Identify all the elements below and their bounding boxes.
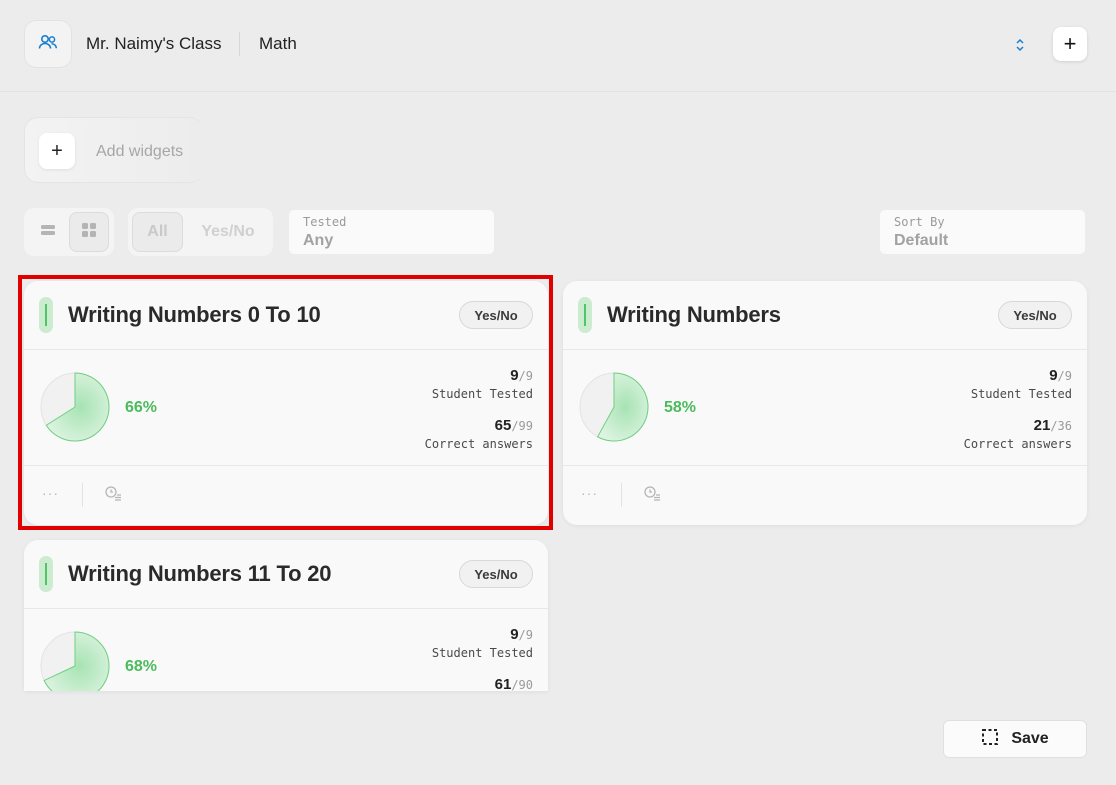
correct-answers-label: Correct answers	[963, 437, 1072, 451]
sort-arrows-icon[interactable]	[1010, 34, 1030, 56]
more-options-icon[interactable]: ···	[581, 485, 598, 501]
class-button[interactable]	[24, 20, 72, 68]
card-footer-divider	[24, 465, 548, 466]
correct-answers-value: 61/90	[495, 674, 533, 691]
footer-divider	[621, 483, 622, 507]
card-accent-bar	[39, 556, 53, 592]
percent-value: 66%	[125, 399, 158, 416]
percent-value: 68%	[125, 658, 158, 675]
save-label: Save	[1011, 730, 1049, 747]
progress-pie-chart	[40, 631, 110, 691]
tab-all[interactable]: All	[132, 212, 183, 252]
sort-select-label: Sort By	[894, 215, 945, 229]
correct-answers-count: 65	[494, 417, 512, 434]
progress-pie-chart	[579, 372, 649, 442]
card-title[interactable]: Writing Numbers 0 To 10	[68, 302, 321, 328]
students-tested-total: /9	[518, 369, 533, 383]
add-widgets-plus-icon[interactable]: +	[39, 133, 75, 169]
correct-answers-count: 61	[494, 676, 512, 691]
students-tested-count: 9	[1049, 367, 1058, 384]
students-tested-value: 9/9	[510, 624, 533, 643]
history-icon[interactable]	[104, 485, 122, 503]
correct-answers-label: Correct answers	[424, 437, 533, 451]
correct-answers-total: /99	[511, 419, 533, 433]
type-filter-tabs: All Yes/No	[128, 208, 273, 256]
students-tested-value: 9/9	[1049, 365, 1072, 384]
correct-answers-value: 21/36	[1034, 415, 1072, 434]
tested-select-value: Any	[303, 232, 334, 249]
students-tested-count: 9	[510, 367, 519, 384]
add-button[interactable]: +	[1053, 27, 1087, 61]
save-button[interactable]: Save	[943, 720, 1087, 758]
history-icon[interactable]	[643, 485, 661, 503]
students-tested-count: 9	[510, 626, 519, 643]
card-type-badge: Yes/No	[459, 301, 533, 329]
students-tested-total: /9	[518, 628, 533, 642]
progress-pie-chart	[40, 372, 110, 442]
header-divider	[239, 32, 240, 56]
sort-select[interactable]: Sort By Default	[879, 209, 1086, 255]
users-icon	[38, 34, 58, 55]
tested-select[interactable]: Tested Any	[288, 209, 495, 255]
class-name[interactable]: Mr. Naimy's Class	[86, 34, 221, 54]
correct-answers-value: 65/99	[495, 415, 533, 434]
select-area-icon	[981, 728, 999, 751]
students-tested-label: Student Tested	[431, 387, 533, 401]
footer-divider	[82, 483, 83, 507]
add-widgets[interactable]: + Add widgets	[24, 117, 204, 183]
correct-answers-count: 21	[1033, 417, 1051, 434]
students-tested-value: 9/9	[510, 365, 533, 384]
students-tested-label: Student Tested	[970, 387, 1072, 401]
students-tested-label: Student Tested	[431, 646, 533, 660]
subject-name[interactable]: Math	[259, 34, 297, 54]
card-divider	[24, 349, 548, 350]
grid-view-button[interactable]	[69, 212, 109, 252]
view-toggle	[24, 208, 114, 256]
correct-answers-total: /90	[511, 678, 533, 691]
more-options-icon[interactable]: ···	[42, 485, 59, 501]
correct-answers-total: /36	[1050, 419, 1072, 433]
page-header: Mr. Naimy's Class Math +	[0, 0, 1116, 92]
assessment-card[interactable]: Writing Numbers Yes/No 58% 9/9 Student Teste…	[563, 281, 1087, 525]
card-title[interactable]: Writing Numbers	[607, 302, 781, 328]
assessment-card[interactable]: Writing Numbers 11 To 20 Yes/No 68% 9/9 Stud…	[24, 540, 548, 691]
list-view-button[interactable]	[28, 212, 68, 252]
tab-yes-no[interactable]: Yes/No	[190, 212, 266, 252]
add-widgets-label: Add widgets	[96, 143, 184, 160]
card-divider	[24, 608, 548, 609]
students-tested-total: /9	[1057, 369, 1072, 383]
assessment-card[interactable]: Writing Numbers 0 To 10 Yes/No 66% 9/9 Stude…	[24, 281, 548, 525]
tested-select-label: Tested	[303, 215, 347, 229]
list-view-icon	[40, 223, 56, 242]
sort-select-value: Default	[894, 232, 949, 249]
card-footer-divider	[563, 465, 1087, 466]
plus-icon: +	[1063, 31, 1077, 56]
percent-value: 58%	[664, 399, 697, 416]
card-accent-bar	[578, 297, 592, 333]
card-type-badge: Yes/No	[459, 560, 533, 588]
card-divider	[563, 349, 1087, 350]
card-title[interactable]: Writing Numbers 11 To 20	[68, 561, 332, 587]
card-accent-bar	[39, 297, 53, 333]
grid-view-icon	[81, 222, 97, 243]
card-type-badge: Yes/No	[998, 301, 1072, 329]
